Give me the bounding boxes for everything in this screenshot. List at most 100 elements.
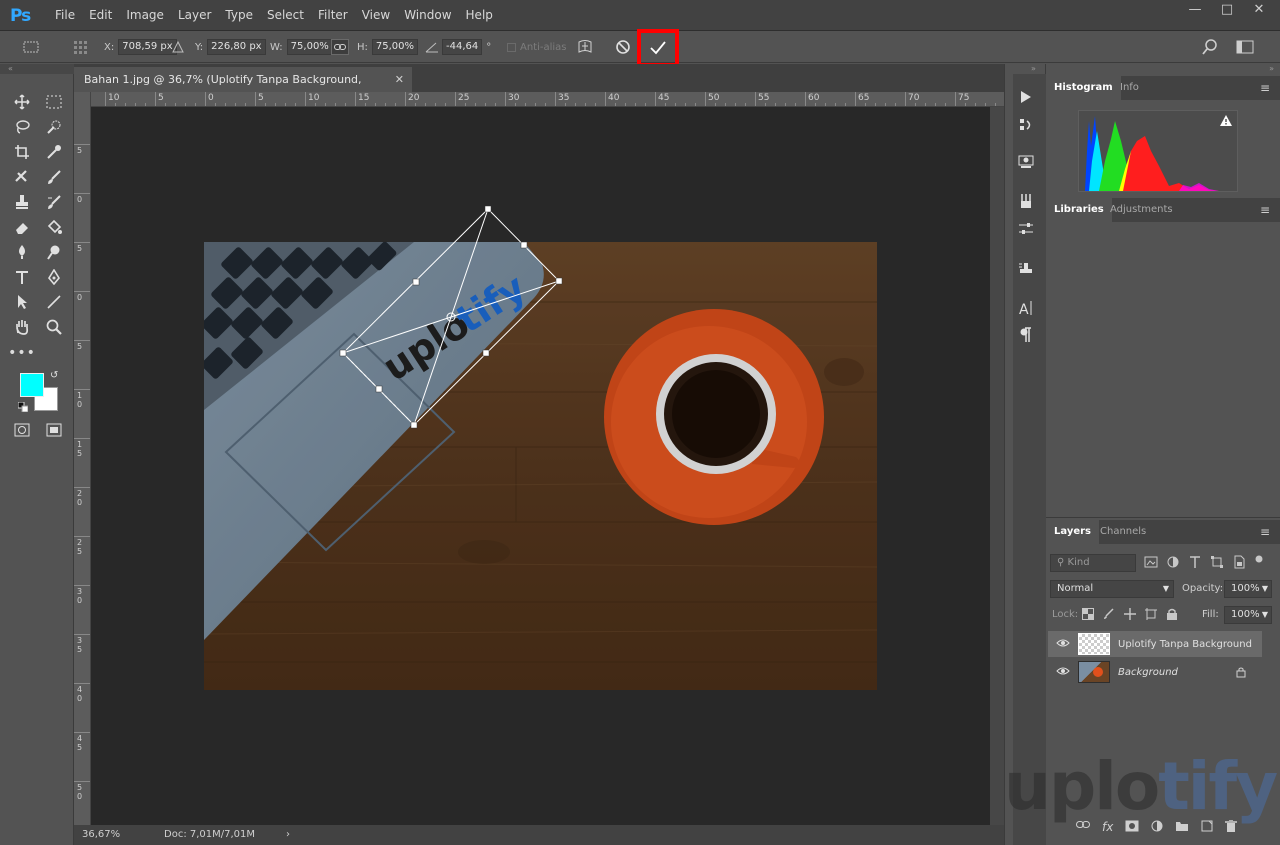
layer-name[interactable]: Background [1118,667,1178,678]
toolbar-collapse[interactable]: « [0,64,74,74]
histogram-warning-icon[interactable] [1220,115,1232,129]
status-menu-icon[interactable]: › [286,825,290,845]
visibility-eye-icon[interactable] [1056,638,1070,651]
menu-file[interactable]: File [48,0,82,31]
adjustments-sliders-icon[interactable] [1013,218,1039,240]
menu-layer[interactable]: Layer [171,0,218,31]
panels-collapse[interactable]: » [1269,64,1274,73]
lock-all-icon[interactable] [1166,608,1178,623]
filter-pixel-icon[interactable] [1144,555,1158,572]
menu-window[interactable]: Window [397,0,458,31]
menu-view[interactable]: View [355,0,397,31]
history-icon[interactable] [1013,114,1039,136]
cancel-transform-icon[interactable] [615,31,631,63]
menu-type[interactable]: Type [218,0,260,31]
w-field[interactable]: 75,00% [286,39,333,55]
commit-transform-button[interactable] [637,29,679,67]
character-icon[interactable]: A [1013,297,1039,319]
menu-edit[interactable]: Edit [82,0,119,31]
zoom-tool-icon[interactable] [41,316,67,338]
move-tool-icon[interactable] [9,91,35,113]
lock-pixels-icon[interactable] [1103,608,1115,623]
warp-icon[interactable] [577,31,593,63]
vertical-scrollbar[interactable] [990,107,1004,825]
paint-bucket-tool-icon[interactable] [41,216,67,238]
more-tools-icon[interactable]: ••• [8,342,35,364]
antialias-checkbox[interactable] [507,42,516,52]
quick-mask-icon[interactable] [9,419,35,441]
line-tool-icon[interactable] [41,291,67,313]
paragraph-icon[interactable] [1013,324,1039,346]
eyedropper-tool-icon[interactable] [41,141,67,163]
type-tool-icon[interactable] [9,266,35,288]
filter-shape-icon[interactable] [1210,555,1224,572]
transform-bounding-box[interactable] [91,107,990,825]
panel-menu-icon[interactable]: ≡ [1260,203,1270,217]
marquee-tool-icon[interactable] [41,91,67,113]
y-field[interactable]: 226,80 px [207,39,266,55]
default-colors-icon[interactable] [17,401,29,415]
clone-source-icon[interactable] [1013,258,1039,280]
quick-selection-tool-icon[interactable] [41,116,67,138]
zoom-level[interactable]: 36,67% [82,825,120,845]
menu-image[interactable]: Image [119,0,171,31]
close-document-icon[interactable]: ✕ [395,67,404,92]
visibility-eye-icon[interactable] [1056,666,1070,679]
healing-tool-icon[interactable] [9,166,35,188]
history-brush-tool-icon[interactable] [41,191,67,213]
layer-row-uplotify[interactable]: Uplotify Tanpa Background [1048,631,1262,657]
layer-filter-kind[interactable]: ⚲ Kind [1050,554,1136,572]
actions-play-icon[interactable] [1013,86,1039,108]
filter-adjustment-icon[interactable] [1166,555,1180,572]
reference-point-icon[interactable] [72,31,90,63]
document-tab[interactable]: Bahan 1.jpg @ 36,7% (Uplotify Tanpa Back… [74,67,412,111]
dodge-tool-icon[interactable] [41,241,67,263]
panel-menu-icon[interactable]: ≡ [1260,525,1270,539]
h-field[interactable]: 75,00% [371,39,419,55]
link-icon[interactable] [331,31,349,63]
clone-stamp-tool-icon[interactable] [9,191,35,213]
panel-menu-icon[interactable]: ≡ [1260,81,1270,95]
dock-collapse[interactable]: » [1031,64,1036,73]
swap-colors-icon[interactable]: ↺ [50,370,58,381]
screen-mode-icon[interactable] [41,419,67,441]
path-selection-tool-icon[interactable] [9,291,35,313]
close-icon[interactable]: ✕ [1246,0,1272,20]
layer-row-background[interactable]: Background [1048,659,1262,685]
tab-channels[interactable]: Channels [1092,520,1154,544]
properties-icon[interactable] [1013,150,1039,172]
eraser-tool-icon[interactable] [9,216,35,238]
blend-mode-select[interactable]: Normal ▼ [1050,580,1174,598]
brush-tool-icon[interactable] [41,166,67,188]
delta-icon[interactable] [172,31,184,63]
transform-tool-icon[interactable] [22,31,40,63]
canvas-area[interactable]: uplo tify [91,107,990,825]
foreground-color-swatch[interactable] [20,373,44,397]
restore-icon[interactable]: □ [1214,0,1240,20]
tab-adjustments[interactable]: Adjustments [1102,198,1181,222]
filter-toggle-icon[interactable] [1254,555,1264,572]
tab-histogram[interactable]: Histogram [1046,76,1121,100]
lock-transparent-icon[interactable] [1082,608,1094,623]
x-field[interactable]: 708,59 px [118,39,177,55]
pen-tool-icon[interactable] [41,266,67,288]
filter-type-icon[interactable] [1188,555,1202,572]
crop-tool-icon[interactable] [9,141,35,163]
opacity-field[interactable]: 100% ▼ [1224,580,1272,598]
workspace-icon[interactable] [1236,31,1254,63]
blur-tool-icon[interactable] [9,241,35,263]
layer-name[interactable]: Uplotify Tanpa Background [1118,639,1252,650]
fill-field[interactable]: 100% ▼ [1224,606,1272,624]
angle-field[interactable]: -44,64 [442,39,483,55]
minimize-icon[interactable]: — [1182,0,1208,20]
menu-help[interactable]: Help [459,0,500,31]
lasso-tool-icon[interactable] [9,116,35,138]
lock-artboard-icon[interactable] [1145,608,1157,623]
filter-smart-object-icon[interactable] [1232,555,1246,572]
tab-info[interactable]: Info [1112,76,1147,100]
menu-filter[interactable]: Filter [311,0,355,31]
hand-tool-icon[interactable] [9,316,35,338]
lock-position-icon[interactable] [1124,608,1136,623]
search-icon[interactable] [1202,31,1218,63]
menu-select[interactable]: Select [260,0,311,31]
